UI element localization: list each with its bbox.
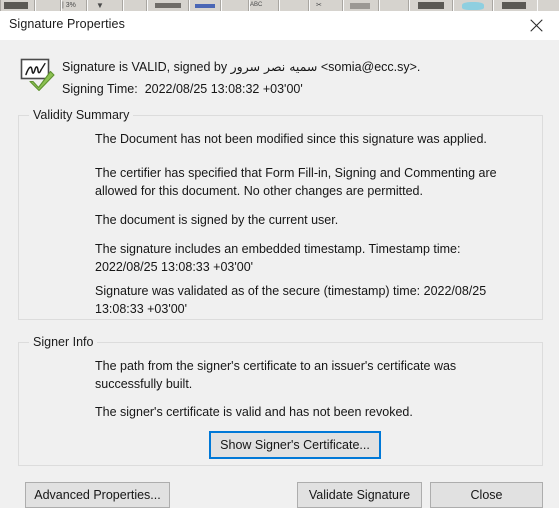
signing-time-label: Signing Time: xyxy=(62,82,138,96)
toolbar-segment xyxy=(220,0,250,11)
show-signers-certificate-button[interactable]: Show Signer's Certificate... xyxy=(209,431,381,459)
advanced-properties-button[interactable]: Advanced Properties... xyxy=(25,482,170,508)
dialog-title: Signature Properties xyxy=(9,17,125,31)
validity-item-4: Signature was validated as of the secure… xyxy=(95,284,487,316)
toolbar-icon xyxy=(418,2,444,9)
validity-item-2: The document is signed by the current us… xyxy=(95,213,339,227)
toolbar-icon xyxy=(4,2,28,9)
signing-time-value: 2022/08/25 13:08:32 +03'00' xyxy=(144,82,303,96)
close-icon[interactable] xyxy=(513,11,559,40)
validity-item-0: The Document has not been modified since… xyxy=(95,132,487,146)
signature-status-header: Signature is VALID, signed by سميه نصر س… xyxy=(0,40,559,103)
validate-signature-button[interactable]: Validate Signature xyxy=(297,482,422,508)
validity-summary-legend: Validity Summary xyxy=(29,108,134,122)
toolbar-icon xyxy=(462,2,484,10)
toolbar-segment xyxy=(34,0,62,11)
validity-item-1: The certifier has specified that Form Fi… xyxy=(95,166,497,198)
signature-properties-dialog: Signature Properties Signature is VALID,… xyxy=(0,11,559,508)
dialog-titlebar: Signature Properties xyxy=(0,11,559,41)
toolbar-segment xyxy=(278,0,310,11)
valid-signature-icon xyxy=(20,57,56,92)
signature-status-text: Signature is VALID, signed by سميه نصر س… xyxy=(62,59,420,74)
toolbar-segment xyxy=(378,0,410,11)
signer-info-item-0: The path from the signer's certificate t… xyxy=(95,359,457,391)
validity-item-3: The signature includes an embedded times… xyxy=(95,242,461,274)
signature-status-prefix: Signature is VALID, signed by xyxy=(62,60,231,74)
toolbar-segment xyxy=(122,0,148,11)
signing-time-row: Signing Time: 2022/08/25 13:08:32 +03'00… xyxy=(62,82,303,96)
toolbar-icon xyxy=(195,4,215,8)
toolbar-icon xyxy=(155,3,181,8)
toolbar-icon: ✂ xyxy=(316,2,322,9)
signer-email: <somia@ecc.sy>. xyxy=(317,60,421,74)
toolbar-icon xyxy=(502,2,526,9)
signer-info-item-1: The signer's certificate is valid and ha… xyxy=(95,405,413,419)
signer-info-legend: Signer Info xyxy=(29,335,98,349)
validity-summary-group: Validity Summary The Document has not be… xyxy=(18,108,543,320)
signer-name-arabic: سميه نصر سرور xyxy=(230,59,318,74)
close-button[interactable]: Close xyxy=(430,482,543,508)
chevron-down-icon: ▼ xyxy=(96,1,104,10)
toolbar-icon xyxy=(350,3,370,9)
toolbar-icon: ABC xyxy=(250,2,263,8)
toolbar-icon: | 3% xyxy=(62,2,76,9)
